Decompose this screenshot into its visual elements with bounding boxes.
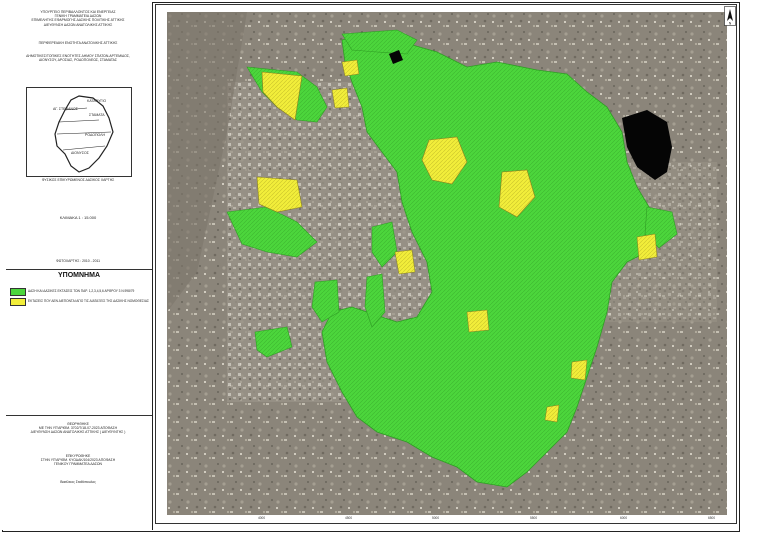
map-scale: ΚΛΙΜΑΚΑ 1 : 15.000 <box>59 215 97 220</box>
signature: Βασίλειος Σταθόπουλος <box>60 480 96 484</box>
inset-outline: ΚΑΤΑΦΥΓΙΟ ΑΓ. ΣΤΕΦΑΝΟΣ ΣΤΑΜΑΤΑ ΡΟΔΟΠΟΛΗ … <box>53 95 114 173</box>
approval-line: ΔΙΕΥΘΥΝΣΗ ΔΑΣΩΝ ΑΝΑΤΟΛΙΚΗΣ ΑΤΤΙΚΗΣ ( ΔΙΕ… <box>30 430 126 435</box>
legend-title: ΥΠΟΜΝΗΜΑ <box>58 272 100 279</box>
non-forest-area[interactable] <box>466 309 490 333</box>
non-forest-swatch <box>10 298 26 306</box>
ministry-header: ΥΠΟΥΡΓΕΙΟ ΠΕΡΙΒΑΛΛΟΝΤΟΣ ΚΑΙ ΕΝΕΡΓΕΙΑΣ ΓΕ… <box>8 10 148 27</box>
inset-label: ΡΟΔΟΠΟΛΗ <box>85 133 105 137</box>
north-arrow-icon: N <box>724 6 736 26</box>
non-forest-area[interactable] <box>570 359 588 381</box>
grid-tick-label: 5000 <box>432 516 440 520</box>
municipality-line: ΔΙΟΝΥΣΟΥ, ΔΡΟΣΙΑΣ, ΡΟΔΟΠΟΛΕΩΣ, ΣΤΑΜΑΤΑΣ <box>38 58 118 63</box>
legend-label: ΔΑΣΗ ΚΑΙ ΔΑΣΙΚΕΣ ΕΚΤΑΣΕΙΣ ΤΩΝ ΠΑΡ. 1,2,3… <box>28 289 135 293</box>
forest-map[interactable] <box>167 12 727 515</box>
non-forest-area[interactable] <box>544 404 560 423</box>
location-inset-map: ΚΑΤΑΦΥΓΙΟ ΑΓ. ΣΤΕΦΑΝΟΣ ΣΤΑΜΑΤΑ ΡΟΔΟΠΟΛΗ … <box>26 87 132 177</box>
region-title: ΠΕΡΙΦΕΡΕΙΑΚΗ ΕΝΟΤΗΤΑ ΑΝΑΤΟΛΙΚΗΣ ΑΤΤΙΚΗΣ <box>38 41 118 45</box>
north-arrow: N <box>724 6 736 26</box>
certification-block: ΕΠΙΚΥΡΩΘΗΚΕ ΣΤΗΝ ΥΠ'ΑΡΙΘΜ. ΚΥΟΔΑΚ/104/20… <box>8 454 148 467</box>
photo-date: ΦΩΤΟΧΑΡΤΗΣ : 2010 - 2011 <box>56 259 100 263</box>
grid-tick-label: 4500 <box>345 516 353 520</box>
forest-swatch <box>10 288 26 296</box>
ministry-line: ΔΙΕΥΘΥΝΣΗ ΔΑΣΩΝ ΑΝΑΤΟΛΙΚΗΣ ΑΤΤΙΚΗΣ <box>43 22 113 27</box>
legend-panel: ΥΠΟΥΡΓΕΙΟ ΠΕΡΙΒΑΛΛΟΝΤΟΣ ΚΑΙ ΕΝΕΡΓΕΙΑΣ ΓΕ… <box>2 2 153 530</box>
municipality-title: ΔΗΜΟΤΙΚΕΣ/ΤΟΠΙΚΕΣ ΕΝΟΤΗΤΕΣ ΔΗΜΟΥ ΣΠΑΤΩΝ-… <box>8 54 148 62</box>
non-forest-area[interactable] <box>331 87 350 109</box>
inset-label: ΣΤΑΜΑΤΑ <box>89 113 105 117</box>
legend: ΥΠΟΜΝΗΜΑ ΔΑΣΗ ΚΑΙ ΔΑΣΙΚΕΣ ΕΚΤΑΣΕΙΣ ΤΩΝ Π… <box>6 269 152 416</box>
non-forest-area[interactable] <box>636 233 658 261</box>
inset-label: ΚΑΤΑΦΥΓΙΟ <box>87 99 106 103</box>
certification-line: ΓΕΝΙΚΟΥ ΓΡΑΜΜΑΤΕΑ ΔΑΣΩΝ <box>54 462 102 467</box>
legend-item-forest: ΔΑΣΗ ΚΑΙ ΔΑΣΙΚΕΣ ΕΚΤΑΣΕΙΣ ΤΩΝ ΠΑΡ. 1,2,3… <box>10 288 150 296</box>
inset-label: ΔΙΟΝΥΣΟΣ <box>71 151 90 155</box>
grid-tick-label: 5500 <box>530 516 538 520</box>
inset-caption: ΦΥΣΙΚΟΣ ΕΠΙΚΥΡΩΜΕΝΟΣ ΔΑΣΙΚΟΣ ΧΑΡΤΗΣ <box>41 178 115 182</box>
legend-label: ΕΚΤΑΣΕΙΣ ΠΟΥ ΔΕΝ ΔΙΕΠΟΝΤΑΙ ΑΠΟ ΤΙΣ ΔΙΑΤΑ… <box>28 299 149 303</box>
grid-tick-label: 6500 <box>708 516 716 520</box>
inset-label: ΑΓ. ΣΤΕΦΑΝΟΣ <box>53 107 79 111</box>
grid-tick-label: 4000 <box>258 516 266 520</box>
grid-tick-label: 6000 <box>620 516 628 520</box>
legend-item-non-forest: ΕΚΤΑΣΕΙΣ ΠΟΥ ΔΕΝ ΔΙΕΠΟΝΤΑΙ ΑΠΟ ΤΙΣ ΔΙΑΤΑ… <box>10 298 150 306</box>
non-forest-area[interactable] <box>341 59 360 77</box>
approval-block: ΘΕΩΡΗΘΗΚΕ ΜΕ ΤΗΝ ΥΠ'ΑΡΙΘΜ. 3702/7/18-07-… <box>8 422 148 435</box>
